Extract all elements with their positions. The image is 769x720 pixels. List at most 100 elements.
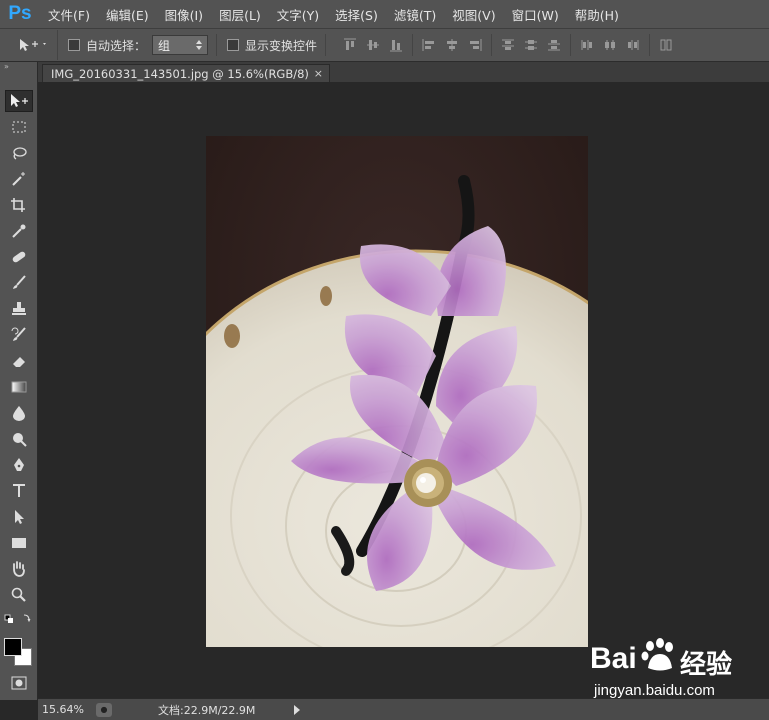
dodge-icon — [13, 433, 27, 447]
auto-select-label: 自动选择： — [86, 38, 147, 53]
menu-select[interactable]: 选择(S) — [327, 5, 386, 24]
divider — [412, 34, 414, 56]
quick-mask-button[interactable] — [5, 672, 33, 694]
panel-collapse-icon[interactable]: » — [0, 62, 37, 72]
rect-marquee-icon — [12, 121, 26, 133]
brush-tool[interactable] — [5, 272, 33, 294]
distribute-hcenter-icon[interactable] — [600, 36, 620, 54]
crop-icon — [11, 198, 25, 212]
document-image[interactable] — [206, 136, 588, 647]
marquee-tool[interactable] — [5, 116, 33, 138]
quick-mask-icon — [11, 676, 27, 690]
align-buttons — [340, 34, 676, 56]
eyedropper-tool[interactable] — [5, 220, 33, 242]
menu-view[interactable]: 视图(V) — [444, 5, 503, 24]
menu-type[interactable]: 文字(Y) — [269, 5, 327, 24]
brush-icon — [13, 275, 26, 289]
document-tab-title: IMG_20160331_143501.jpg @ 15.6%(RGB/8) — [51, 66, 309, 81]
close-icon[interactable]: × — [314, 67, 323, 80]
magic-wand-tool[interactable] — [5, 168, 33, 190]
path-select-arrow-icon — [15, 510, 24, 524]
bandage-icon — [12, 251, 26, 263]
options-bar: 自动选择： 组 显示变换控件 — [0, 28, 769, 62]
show-transform-checkbox[interactable] — [227, 39, 240, 51]
history-brush-icon — [11, 327, 26, 341]
watermark-url: jingyan.baidu.com — [594, 682, 715, 699]
zoom-tool[interactable] — [5, 584, 33, 606]
pen-tool[interactable] — [5, 454, 33, 476]
healing-brush-tool[interactable] — [5, 246, 33, 268]
distribute-left-icon[interactable] — [577, 36, 597, 54]
menu-edit[interactable]: 编辑(E) — [98, 5, 157, 24]
lasso-icon — [13, 147, 27, 160]
magic-wand-icon — [12, 172, 25, 186]
align-left-icon[interactable] — [419, 36, 439, 54]
distribute-bottom-icon[interactable] — [544, 36, 564, 54]
gradient-tool[interactable] — [5, 376, 33, 398]
default-swap-colors-icon — [4, 614, 31, 623]
divider — [491, 34, 493, 56]
align-top-icon[interactable] — [340, 36, 360, 54]
auto-select-checkbox[interactable] — [68, 39, 80, 51]
type-tool[interactable] — [5, 480, 33, 502]
color-swap-controls[interactable] — [4, 612, 34, 626]
align-hcenter-icon[interactable] — [442, 36, 462, 54]
hand-tool[interactable] — [5, 558, 33, 580]
hand-icon — [13, 561, 25, 577]
menu-filter[interactable]: 滤镜(T) — [386, 5, 444, 24]
distribute-vcenter-icon[interactable] — [521, 36, 541, 54]
blur-drop-icon — [13, 406, 25, 421]
divider — [570, 34, 572, 56]
watermark-brand-right: 经验 — [680, 649, 733, 679]
align-vcenter-icon[interactable] — [363, 36, 383, 54]
status-menu-arrow-icon[interactable] — [294, 704, 300, 715]
document-tab-strip: IMG_20160331_143501.jpg @ 15.6%(RGB/8) × — [38, 62, 769, 82]
divider — [216, 34, 218, 56]
baidu-paw-icon — [641, 638, 673, 671]
proof-setup-icon[interactable]: ● — [96, 702, 112, 717]
shape-tool[interactable] — [5, 532, 33, 554]
crop-tool[interactable] — [5, 194, 33, 216]
auto-select-dropdown[interactable]: 组 — [152, 35, 209, 55]
menu-layer[interactable]: 图层(L) — [211, 5, 269, 24]
move-tool[interactable] — [5, 90, 33, 112]
gradient-icon — [11, 381, 27, 393]
type-icon — [13, 484, 25, 497]
watermark-brand-left: Bai — [590, 642, 637, 675]
tool-preset-picker[interactable] — [0, 30, 58, 60]
lasso-tool[interactable] — [5, 142, 33, 164]
menu-window[interactable]: 窗口(W) — [504, 5, 567, 24]
move-tool-icon — [20, 39, 46, 51]
clone-stamp-tool[interactable] — [5, 298, 33, 320]
zoom-level[interactable]: 15.64% — [38, 703, 90, 716]
show-transform-label: 显示变换控件 — [245, 38, 318, 53]
eyedropper-icon — [12, 224, 26, 238]
menu-file[interactable]: 文件(F) — [40, 5, 98, 24]
auto-select-value: 组 — [158, 38, 171, 53]
document-tab[interactable]: IMG_20160331_143501.jpg @ 15.6%(RGB/8) × — [42, 64, 330, 82]
document-info: 文档:22.9M/22.9M — [158, 703, 256, 717]
align-bottom-icon[interactable] — [386, 36, 406, 54]
menu-help[interactable]: 帮助(H) — [567, 5, 627, 24]
blur-tool[interactable] — [5, 402, 33, 424]
dodge-tool[interactable] — [5, 428, 33, 450]
align-right-icon[interactable] — [465, 36, 485, 54]
eraser-icon — [13, 357, 25, 367]
magnifier-icon — [11, 587, 26, 602]
photoshop-logo: Ps — [8, 3, 32, 24]
menu-image[interactable]: 图像(I) — [157, 5, 211, 24]
history-brush-tool[interactable] — [5, 324, 33, 346]
pen-icon — [14, 458, 24, 471]
canvas-area[interactable]: Bai 经验 jingyan.baidu.com — [38, 82, 769, 699]
flower-photo — [206, 136, 588, 647]
divider — [649, 34, 651, 56]
foreground-color-swatch[interactable] — [4, 638, 22, 656]
distribute-right-icon[interactable] — [623, 36, 643, 54]
menu-bar: Ps 文件(F) 编辑(E) 图像(I) 图层(L) 文字(Y) 选择(S) 滤… — [0, 0, 769, 28]
tools-panel: » — [0, 62, 38, 700]
distribute-top-icon[interactable] — [498, 36, 518, 54]
eraser-tool[interactable] — [5, 350, 33, 372]
path-selection-tool[interactable] — [5, 506, 33, 528]
status-bar: 15.64% ● 文档:22.9M/22.9M — [38, 698, 769, 720]
auto-align-layers-icon[interactable] — [656, 36, 676, 54]
